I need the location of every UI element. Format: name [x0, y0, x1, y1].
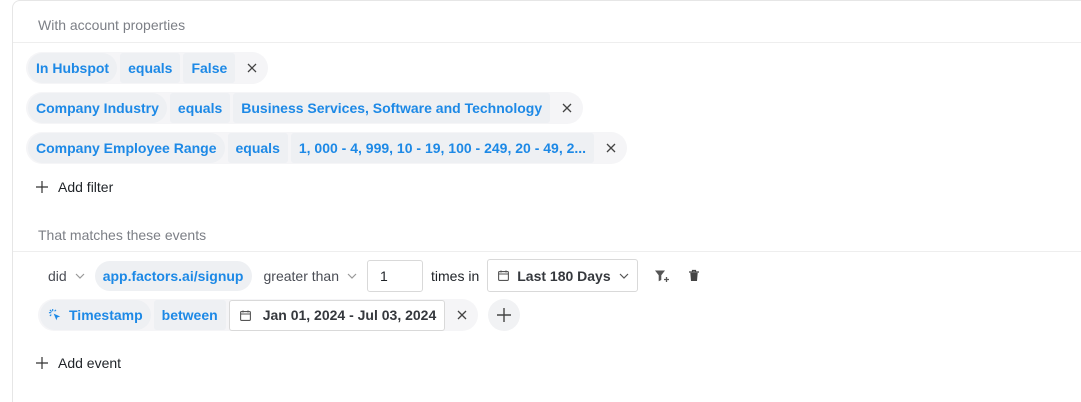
date-range-label: Last 180 Days — [517, 267, 611, 284]
cursor-click-icon — [48, 308, 61, 320]
add-filter-label: Add filter — [58, 179, 114, 195]
plus-icon — [36, 181, 48, 193]
event-filter-property-label: Timestamp — [69, 307, 143, 323]
event-name-chip[interactable]: app.factors.ai/signup — [94, 260, 252, 291]
events-header: That matches these events — [13, 218, 1081, 252]
filter-row: In Hubspot equals False — [26, 52, 269, 84]
event-row: did app.factors.ai/signup greater than 1… — [38, 259, 710, 292]
event-filter-date-range[interactable]: Jan 01, 2024 - Jul 03, 2024 — [228, 299, 446, 331]
delete-icon[interactable] — [678, 260, 710, 292]
chevron-down-icon — [619, 273, 629, 279]
date-range-select[interactable]: Last 180 Days — [487, 259, 638, 292]
count-input[interactable]: 1 — [367, 259, 423, 292]
did-select[interactable]: did — [38, 260, 95, 292]
filter-property[interactable]: In Hubspot — [28, 53, 118, 83]
filter-value[interactable]: False — [183, 53, 236, 83]
add-event-filter-button[interactable] — [488, 299, 521, 331]
filter-property[interactable]: Company Employee Range — [28, 133, 225, 163]
filter-chip-group: In Hubspot equals False — [26, 52, 269, 84]
calendar-icon — [239, 310, 251, 321]
filter-chip-group: Company Employee Range equals 1, 000 - 4… — [26, 132, 628, 164]
did-label: did — [48, 267, 67, 284]
chevron-down-icon — [347, 273, 357, 279]
add-filter-icon[interactable] — [646, 260, 678, 292]
times-in-label: times in — [431, 267, 480, 284]
filter-row: Company Employee Range equals 1, 000 - 4… — [26, 132, 628, 164]
account-properties-header: With account properties — [13, 7, 1081, 43]
filter-operator[interactable]: equals — [169, 93, 231, 123]
plus-icon — [497, 308, 512, 322]
remove-filter-icon[interactable] — [553, 93, 581, 123]
remove-filter-icon[interactable] — [448, 300, 476, 330]
filter-operator[interactable]: equals — [120, 53, 181, 83]
comparison-label: greater than — [263, 267, 340, 284]
filter-chip-group: Company Industry equals Business Service… — [26, 92, 584, 124]
comparison-select[interactable]: greater than — [252, 260, 368, 292]
filter-value[interactable]: Business Services, Software and Technolo… — [233, 93, 551, 123]
event-filter-chip-group: Timestamp between Jan 01, 2024 - Jul 03,… — [38, 299, 479, 331]
remove-filter-icon[interactable] — [238, 53, 266, 83]
plus-icon — [36, 357, 48, 369]
calendar-icon — [498, 270, 510, 281]
event-filter-row: Timestamp between Jan 01, 2024 - Jul 03,… — [38, 299, 521, 331]
chevron-down-icon — [75, 273, 85, 279]
filter-row: Company Industry equals Business Service… — [26, 92, 584, 124]
add-event-button[interactable]: Add event — [36, 351, 121, 375]
add-event-label: Add event — [58, 355, 122, 371]
filter-property[interactable]: Company Industry — [28, 93, 167, 123]
remove-filter-icon[interactable] — [597, 133, 625, 163]
add-filter-button[interactable]: Add filter — [36, 175, 113, 199]
event-filter-value: Jan 01, 2024 - Jul 03, 2024 — [262, 307, 437, 323]
event-filter-property[interactable]: Timestamp — [40, 300, 151, 330]
event-filter-operator[interactable]: between — [153, 300, 226, 330]
filter-value[interactable]: 1, 000 - 4, 999, 10 - 19, 100 - 249, 20 … — [290, 133, 595, 163]
filter-operator[interactable]: equals — [227, 133, 288, 163]
